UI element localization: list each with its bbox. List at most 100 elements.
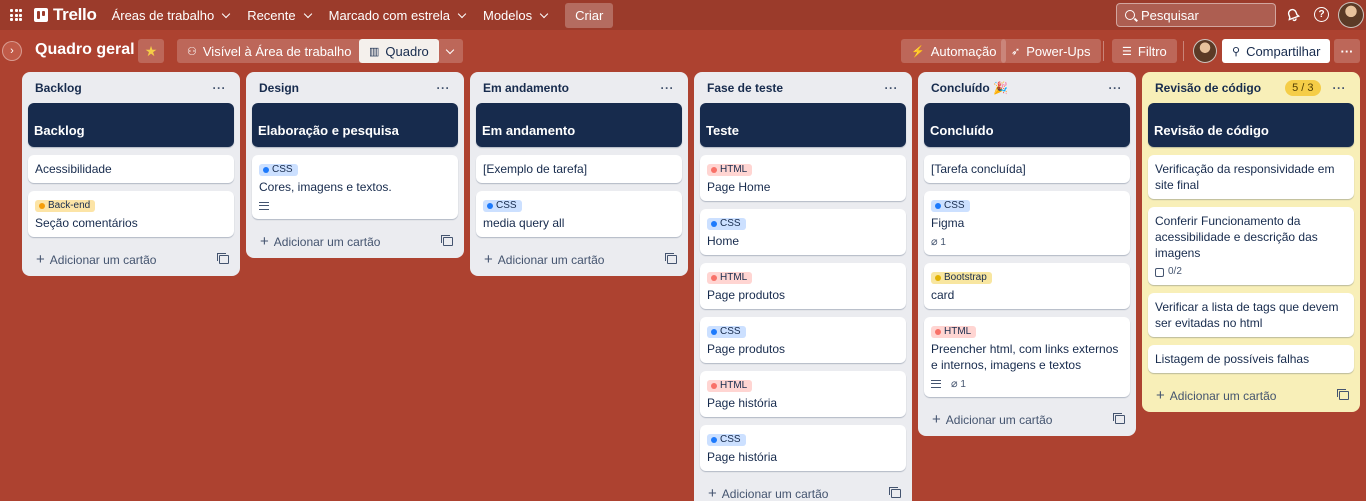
menu-recent[interactable]: Recente [238,0,319,30]
add-card-button[interactable]: + Adicionar um cartão [252,227,458,256]
cover-card[interactable]: Em andamento [476,103,682,147]
card[interactable]: Acessibilidade [28,155,234,183]
card[interactable]: Verificação da responsividade em site fi… [1148,155,1354,199]
card-title: Page história [707,450,778,464]
list-title[interactable]: Fase de teste [707,81,783,95]
board-menu-button[interactable]: ··· [1334,39,1360,63]
card[interactable]: Listagem de possíveis falhas [1148,345,1354,373]
chevron-right-icon: › [10,45,14,57]
list-menu-icon[interactable]: ··· [1333,81,1347,95]
card-title: Home [707,234,740,248]
add-card-button[interactable]: + Adicionar um cartão [476,245,682,274]
app-switcher-button[interactable] [0,0,32,30]
list-design: Design ··· Elaboração e pesquisa CSS Cor… [246,72,464,258]
cover-card[interactable]: Teste [700,103,906,147]
card[interactable]: CSS Cores, imagens e textos. [252,155,458,219]
cover-card[interactable]: Revisão de código [1148,103,1354,147]
attachment-badge: ⌀ 1 [951,377,966,390]
card[interactable]: [Exemplo de tarefa] [476,155,682,183]
board-view-icon: ▥ [369,45,380,58]
trello-logo[interactable]: Trello [32,0,103,30]
cover-card[interactable]: Elaboração e pesquisa [252,103,458,147]
list-menu-icon[interactable]: ··· [213,81,227,95]
board-view-label: Quadro [385,43,429,59]
rocket-icon: ➶ [1011,45,1021,58]
description-icon [931,380,941,388]
share-button[interactable]: ⚲ Compartilhar [1222,39,1331,63]
list-title[interactable]: Em andamento [483,81,569,95]
sidebar-toggle-button[interactable]: › [2,41,22,61]
list-menu-icon[interactable]: ··· [1109,81,1123,95]
create-from-template-icon[interactable] [665,253,677,264]
trello-logo-icon [34,8,48,22]
cover-card[interactable]: Backlog [28,103,234,147]
create-from-template-icon[interactable] [441,235,453,246]
add-card-label: Adicionar um cartão [1169,389,1277,403]
create-button[interactable]: Criar [565,2,614,28]
lightning-icon: ⚡ [911,45,925,58]
create-from-template-icon[interactable] [1113,413,1125,424]
share-label: Compartilhar [1246,43,1321,59]
card[interactable]: CSS Page produtos [700,317,906,363]
card[interactable]: Bootstrap card [924,263,1130,309]
visibility-button[interactable]: ⚇ Visível à Área de trabalho [177,39,362,63]
menu-workspaces[interactable]: Áreas de trabalho [103,0,239,30]
create-from-template-icon[interactable] [217,253,229,264]
member-avatar[interactable] [1193,39,1217,63]
card[interactable]: HTML Page Home [700,155,906,201]
list-menu-icon[interactable]: ··· [661,81,675,95]
attachment-badge: ⌀ 1 [931,235,946,248]
card[interactable]: Verificar a lista de tags que devem ser … [1148,293,1354,337]
add-card-button[interactable]: + Adicionar um cartão [924,405,1130,434]
create-from-template-icon[interactable] [1337,389,1349,400]
card[interactable]: Back-end Seção comentários [28,191,234,237]
menu-templates[interactable]: Modelos [474,0,556,30]
card[interactable]: CSS Figma ⌀ 1 [924,191,1130,255]
star-board-button[interactable]: ★ [138,39,164,63]
user-avatar[interactable] [1338,2,1364,28]
add-card-button[interactable]: + Adicionar um cartão [1148,381,1354,410]
card[interactable]: CSS Page história [700,425,906,471]
search-input[interactable]: Pesquisar [1116,3,1276,27]
plus-icon: + [36,251,45,268]
card[interactable]: [Tarefa concluída] [924,155,1130,183]
card[interactable]: HTML Page história [700,371,906,417]
search-icon [1125,10,1135,20]
chevron-down-icon [221,9,231,18]
star-icon: ★ [144,42,158,59]
add-card-button[interactable]: + Adicionar um cartão [28,245,234,274]
notifications-bell-icon[interactable] [1285,7,1300,22]
help-icon[interactable]: ? [1314,7,1329,22]
add-card-button[interactable]: + Adicionar um cartão [700,479,906,501]
list-title[interactable]: Revisão de código [1155,81,1261,95]
list-title[interactable]: Concluído 🎉 [931,81,1008,95]
card[interactable]: HTML Page produtos [700,263,906,309]
card[interactable]: HTML Preencher html, com links externos … [924,317,1130,397]
board-title[interactable]: Quadro geral [35,41,135,59]
menu-starred[interactable]: Marcado com estrela [320,0,474,30]
list-header: Concluído 🎉 ··· [924,72,1130,103]
automation-label: Automação [930,43,997,59]
board-view-button[interactable]: ▥ Quadro [359,39,439,63]
list-title[interactable]: Backlog [35,81,82,95]
view-switcher-button[interactable] [437,39,463,63]
list-title[interactable]: Design [259,81,299,95]
card[interactable]: Conferir Funcionamento da acessibilidade… [1148,207,1354,285]
powerups-button[interactable]: ➶ Power-Ups [1001,39,1101,63]
card[interactable]: CSS media query all [476,191,682,237]
list-revisao-de-codigo: Revisão de código 5 / 3 ··· Revisão de c… [1142,72,1360,412]
label-css: CSS [931,200,970,212]
filter-button[interactable]: ☰ Filtro [1112,39,1177,63]
card-title: Seção comentários [35,216,138,230]
automation-button[interactable]: ⚡ Automação [901,39,1007,63]
chevron-down-icon [303,9,312,18]
cover-card[interactable]: Concluído [924,103,1130,147]
list-menu-icon[interactable]: ··· [437,81,451,95]
create-from-template-icon[interactable] [889,487,901,498]
checklist-badge: 0/2 [1155,264,1182,280]
list-menu-icon[interactable]: ··· [885,81,899,95]
visibility-label: Visível à Área de trabalho [202,43,352,59]
card[interactable]: CSS Home [700,209,906,255]
label-css: CSS [707,326,746,338]
add-card-label: Adicionar um cartão [273,235,381,249]
